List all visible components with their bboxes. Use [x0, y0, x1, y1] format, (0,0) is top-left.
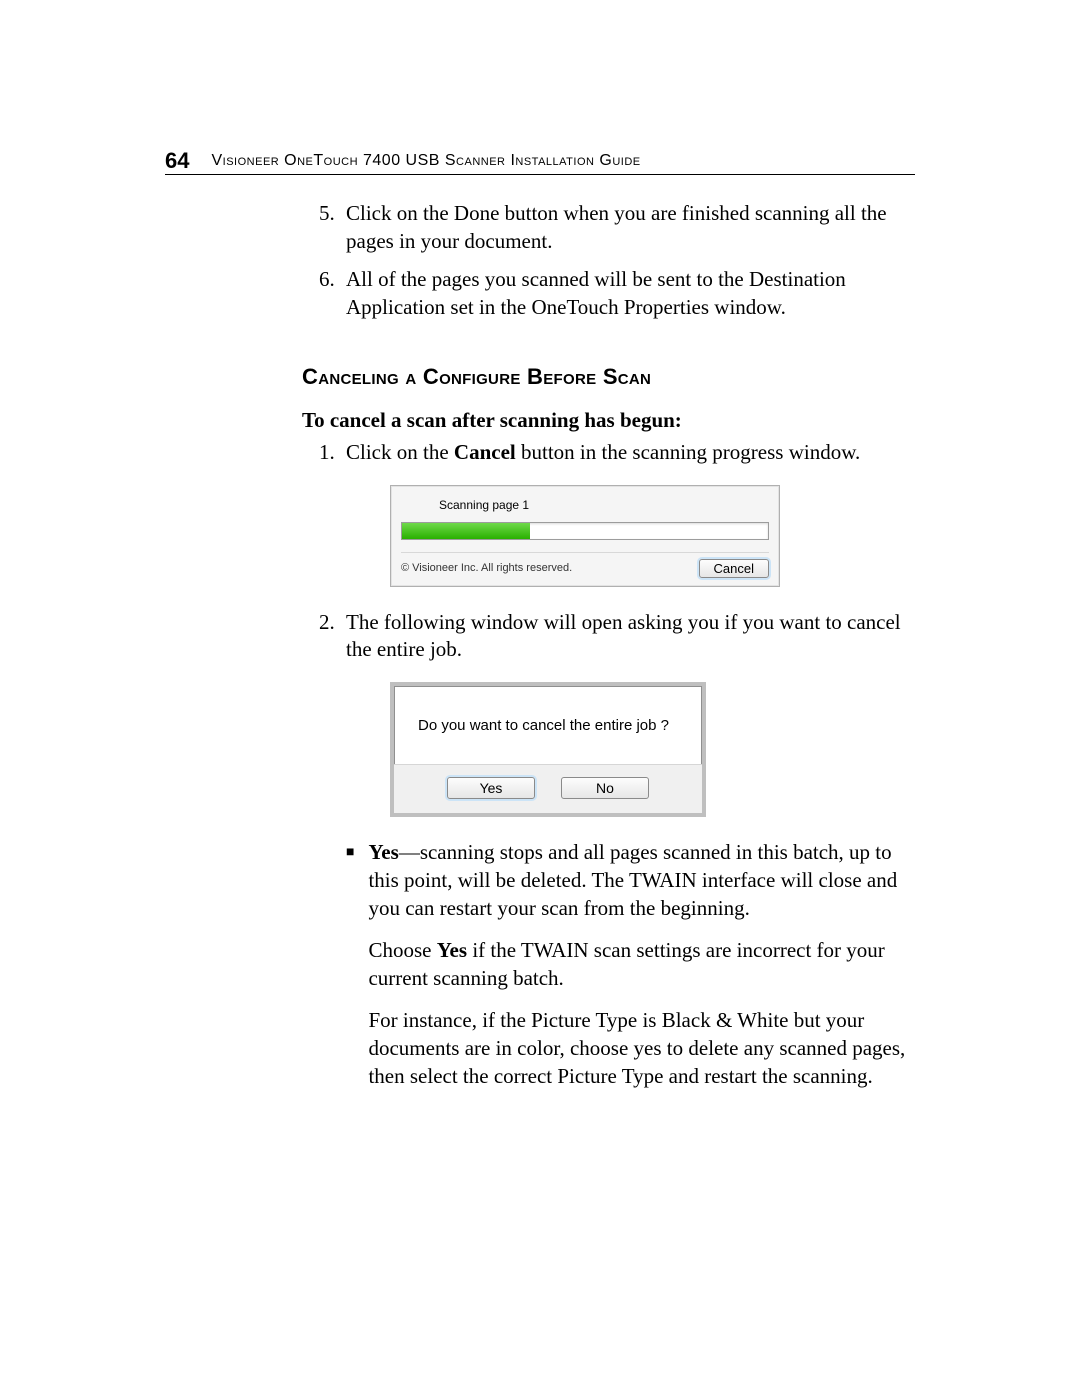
- scanning-progress-dialog: Scanning page 1 © Visioneer Inc. All rig…: [390, 485, 780, 587]
- page-content: Click on the Done button when you are fi…: [302, 200, 912, 1105]
- bullet-paragraph: Yes—scanning stops and all pages scanned…: [368, 839, 912, 923]
- step-bold: Cancel: [454, 440, 516, 464]
- continued-steps-list: Click on the Done button when you are fi…: [302, 200, 912, 322]
- progress-footer: © Visioneer Inc. All rights reserved. Ca…: [401, 552, 769, 578]
- copyright-text: © Visioneer Inc. All rights reserved.: [401, 561, 572, 576]
- progress-bar: [401, 522, 769, 540]
- cancel-button[interactable]: Cancel: [699, 559, 769, 578]
- cancel-steps-list: Click on the Cancel button in the scanni…: [302, 439, 912, 818]
- dialog-button-row: Yes No: [394, 764, 702, 813]
- header-title: Visioneer OneTouch 7400 USB Scanner Inst…: [211, 152, 640, 170]
- text: Choose: [368, 938, 436, 962]
- bullet-list: ■ Yes—scanning stops and all pages scann…: [346, 839, 912, 1104]
- step-text: Click on the: [346, 440, 454, 464]
- list-item: Click on the Done button when you are fi…: [340, 200, 912, 256]
- step-text: button in the scanning progress window.: [516, 440, 861, 464]
- section-heading: Canceling a Configure Before Scan: [302, 364, 912, 390]
- step-text: The following window will open asking yo…: [346, 610, 901, 662]
- bullet-paragraph: For instance, if the Picture Type is Bla…: [368, 1007, 912, 1091]
- yes-button[interactable]: Yes: [447, 777, 535, 799]
- bullet-lead-bold: Yes: [368, 840, 398, 864]
- dialog-message: Do you want to cancel the entire job ?: [394, 686, 702, 764]
- bullet-paragraph: Choose Yes if the TWAIN scan settings ar…: [368, 937, 912, 993]
- document-page: 64 Visioneer OneTouch 7400 USB Scanner I…: [0, 0, 1080, 1397]
- progress-dialog-figure: Scanning page 1 © Visioneer Inc. All rig…: [390, 485, 912, 587]
- bullet-lead-rest: —scanning stops and all pages scanned in…: [368, 840, 897, 920]
- page-header: 64 Visioneer OneTouch 7400 USB Scanner I…: [165, 148, 915, 174]
- bullet-text: Yes—scanning stops and all pages scanned…: [368, 839, 912, 1104]
- progress-bar-fill: [402, 523, 530, 539]
- cancel-job-dialog: Do you want to cancel the entire job ? Y…: [390, 682, 706, 817]
- confirm-dialog-figure: Do you want to cancel the entire job ? Y…: [390, 682, 912, 817]
- sub-heading: To cancel a scan after scanning has begu…: [302, 408, 912, 433]
- list-item: Click on the Cancel button in the scanni…: [340, 439, 912, 587]
- list-item: The following window will open asking yo…: [340, 609, 912, 818]
- no-button[interactable]: No: [561, 777, 649, 799]
- page-number: 64: [165, 148, 189, 174]
- square-bullet-icon: ■: [346, 839, 354, 1104]
- text-bold: Yes: [437, 938, 467, 962]
- scanning-progress-label: Scanning page 1: [401, 496, 769, 522]
- bullet-item: ■ Yes—scanning stops and all pages scann…: [346, 839, 912, 1104]
- header-rule: [165, 174, 915, 175]
- list-item: All of the pages you scanned will be sen…: [340, 266, 912, 322]
